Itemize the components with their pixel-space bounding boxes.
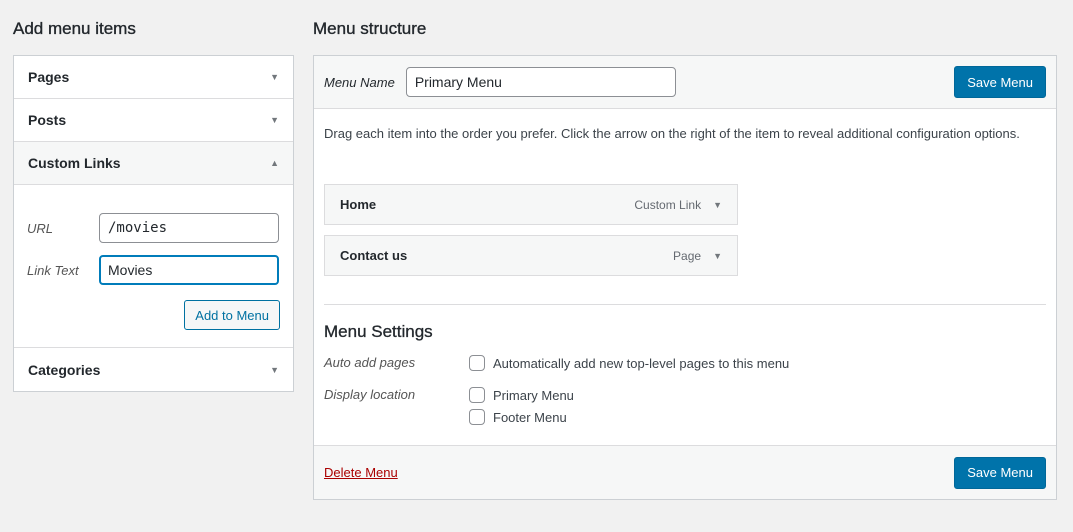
display-location-label: Display location: [324, 387, 416, 402]
menu-item-type: Page: [673, 248, 702, 263]
menu-footer: Delete Menu Save Menu: [314, 445, 1056, 499]
custom-links-panel: URL /movies Link Text Movies Add to Menu: [14, 185, 293, 348]
location-primary-menu-checkbox[interactable]: [469, 387, 485, 403]
menu-item-type: Custom Link: [634, 197, 702, 212]
chevron-down-icon: ▼: [270, 364, 279, 375]
accordion-custom-links-label: Custom Links: [28, 155, 121, 171]
accordion-posts[interactable]: Posts ▼: [14, 99, 293, 142]
chevron-down-icon: ▼: [270, 115, 279, 125]
accordion-pages[interactable]: Pages ▼: [14, 56, 293, 99]
drag-instructions: Drag each item into the order you prefer…: [324, 126, 1020, 141]
menu-item-title: Contact us: [340, 248, 408, 263]
menu-structure-heading: Menu structure: [313, 19, 427, 38]
save-menu-button-bottom[interactable]: Save Menu: [954, 456, 1046, 489]
link-text-input[interactable]: Movies: [99, 255, 279, 285]
divider: [324, 304, 1046, 305]
location-footer-menu-checkbox[interactable]: [469, 409, 485, 425]
accordion-categories[interactable]: Categories ▼: [14, 348, 293, 391]
menu-item-contact-us[interactable]: Contact us Page ▼: [324, 235, 738, 276]
menu-name-label: Menu Name: [324, 74, 395, 90]
add-to-menu-button[interactable]: Add to Menu: [184, 300, 280, 330]
chevron-up-icon: ▲: [270, 158, 279, 168]
location-footer-menu-text: Footer Menu: [493, 409, 567, 425]
accordion-categories-label: Categories: [28, 361, 101, 378]
chevron-down-icon[interactable]: ▼: [713, 251, 722, 261]
menu-item-home[interactable]: Home Custom Link ▼: [324, 184, 738, 225]
accordion-posts-label: Posts: [28, 112, 67, 128]
add-menu-items-heading: Add menu items: [13, 19, 136, 38]
save-menu-button-top[interactable]: Save Menu: [954, 66, 1046, 98]
url-input[interactable]: /movies: [99, 213, 279, 243]
accordion-pages-label: Pages: [28, 69, 70, 85]
url-label: URL: [27, 220, 54, 236]
menu-item-title: Home: [340, 197, 377, 212]
chevron-down-icon[interactable]: ▼: [713, 200, 722, 210]
menu-header: Menu Name Primary Menu Save Menu: [314, 56, 1056, 109]
location-footer-menu-option[interactable]: Footer Menu: [469, 409, 567, 425]
auto-add-pages-checkbox[interactable]: [469, 355, 485, 371]
menu-name-input[interactable]: Primary Menu: [405, 67, 676, 97]
delete-menu-link[interactable]: Delete Menu: [324, 465, 398, 480]
link-text-label: Link Text: [27, 262, 79, 278]
menu-settings-title: Menu Settings: [324, 322, 433, 341]
menu-structure-panel: Menu Name Primary Menu Save Menu Drag ea…: [313, 55, 1057, 500]
auto-add-pages-option[interactable]: Automatically add new top-level pages to…: [469, 355, 789, 371]
chevron-down-icon: ▼: [270, 72, 279, 82]
accordion-custom-links[interactable]: Custom Links ▲: [14, 142, 293, 185]
location-primary-menu-option[interactable]: Primary Menu: [469, 387, 574, 403]
add-menu-items-accordion: Pages ▼ Posts ▼ Custom Links ▲ URL /movi…: [13, 55, 294, 392]
auto-add-pages-text: Automatically add new top-level pages to…: [493, 355, 790, 371]
auto-add-pages-label: Auto add pages: [324, 355, 416, 370]
location-primary-menu-text: Primary Menu: [493, 387, 574, 403]
